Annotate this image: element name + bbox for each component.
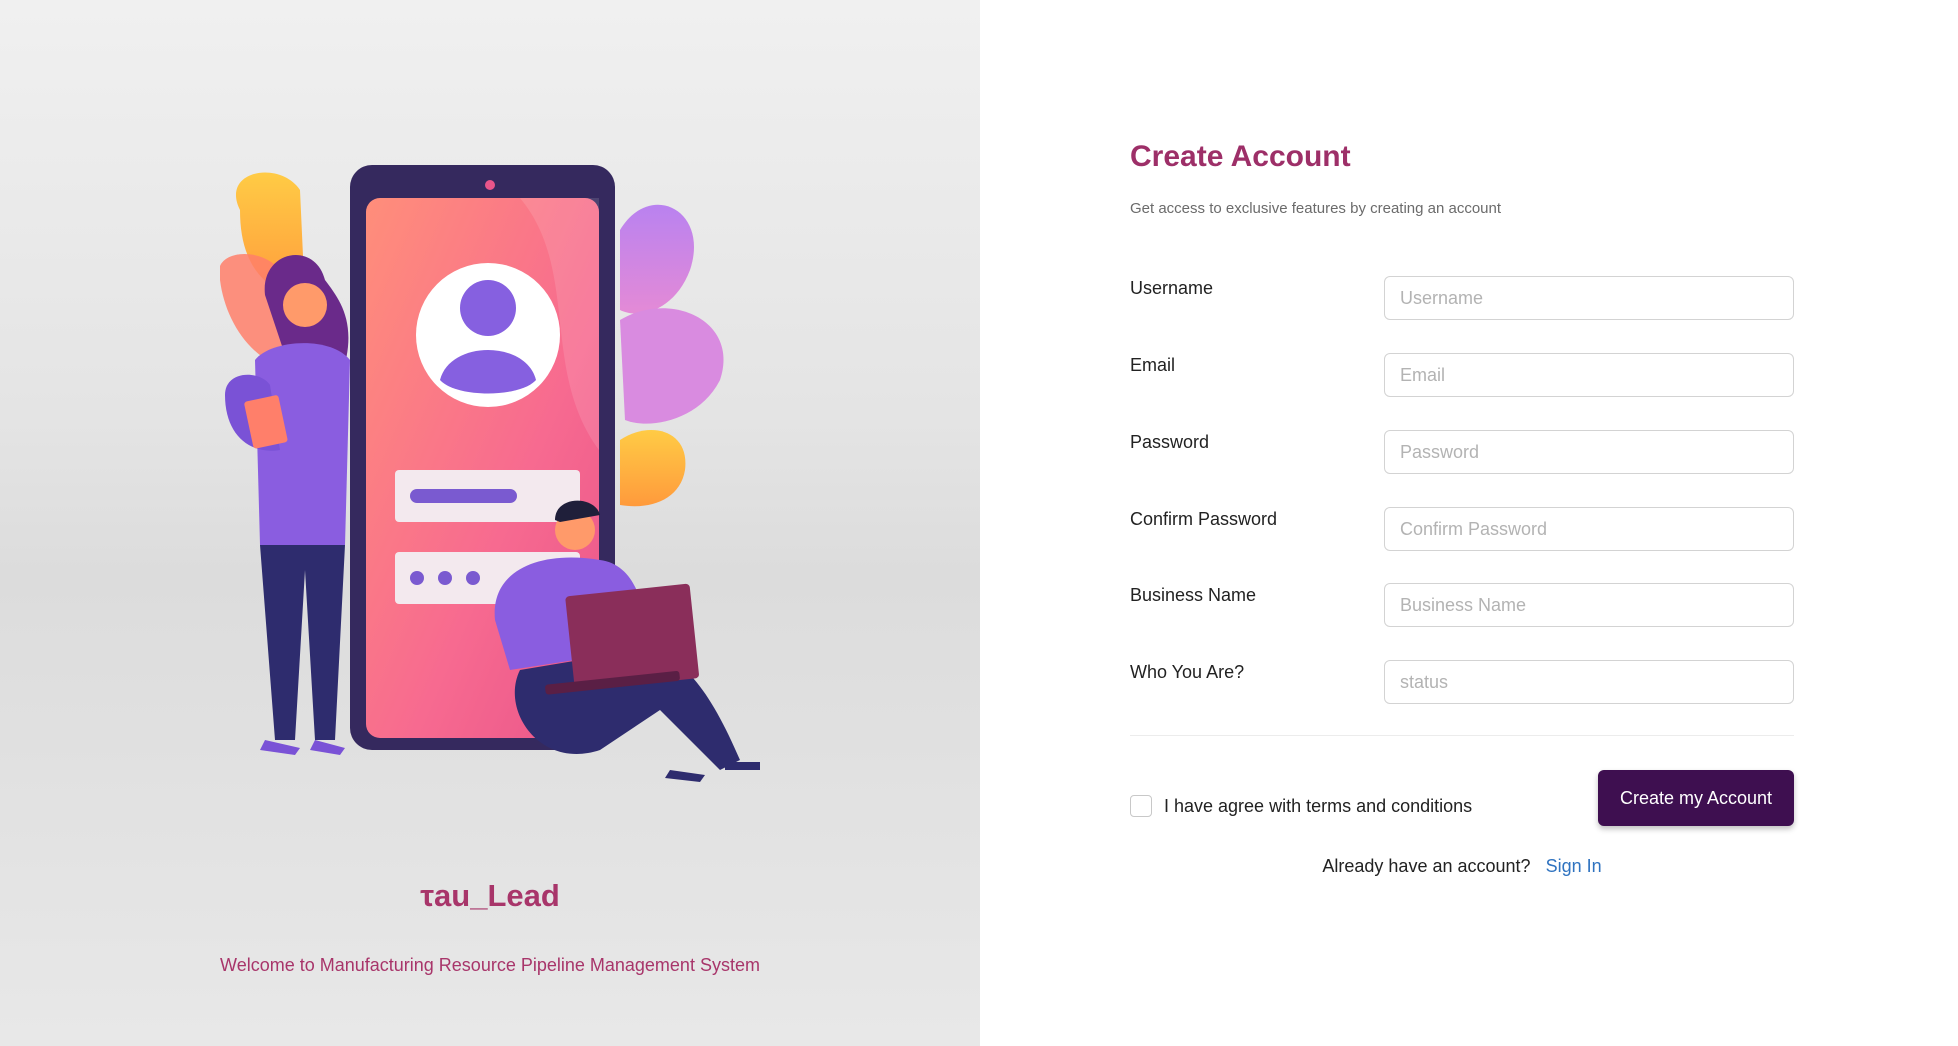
create-account-button[interactable]: Create my Account bbox=[1598, 770, 1794, 826]
password-row: Password bbox=[1130, 430, 1820, 474]
terms-agreement[interactable]: I have agree with terms and conditions bbox=[1130, 795, 1472, 817]
email-input[interactable] bbox=[1384, 353, 1794, 397]
password-input[interactable] bbox=[1384, 430, 1794, 474]
checkbox-icon[interactable] bbox=[1130, 795, 1152, 817]
who-you-are-row: Who You Are? bbox=[1130, 660, 1820, 704]
password-label: Password bbox=[1130, 432, 1210, 452]
form-subtitle: Get access to exclusive features by crea… bbox=[1130, 200, 1502, 217]
terms-label: I have agree with terms and conditions bbox=[1164, 795, 1473, 816]
form-title: Create Account bbox=[1130, 140, 1351, 173]
signin-prompt: Already have an account? Sign In bbox=[1130, 856, 1794, 877]
form-divider bbox=[1130, 735, 1794, 736]
brand-logo-text: τau_Lead bbox=[420, 878, 560, 913]
signup-illustration-icon bbox=[220, 165, 760, 782]
business-name-row: Business Name bbox=[1130, 583, 1820, 627]
welcome-message: Welcome to Manufacturing Resource Pipeli… bbox=[220, 955, 760, 975]
confirm-password-row: Confirm Password bbox=[1130, 507, 1820, 551]
confirm-password-label: Confirm Password bbox=[1130, 509, 1278, 529]
signin-prompt-text: Already have an account? bbox=[1322, 856, 1531, 876]
signup-form-panel: Create Account Get access to exclusive f… bbox=[980, 0, 1958, 1046]
business-name-input[interactable] bbox=[1384, 583, 1794, 627]
username-label: Username bbox=[1130, 278, 1214, 298]
email-row: Email bbox=[1130, 353, 1820, 397]
signin-link[interactable]: Sign In bbox=[1546, 856, 1602, 876]
status-input[interactable] bbox=[1384, 660, 1794, 704]
left-panel: τau_Lead Welcome to Manufacturing Resour… bbox=[0, 0, 980, 1046]
who-you-are-label: Who You Are? bbox=[1130, 662, 1245, 682]
username-input[interactable] bbox=[1384, 276, 1794, 320]
business-name-label: Business Name bbox=[1130, 585, 1257, 605]
email-label: Email bbox=[1130, 355, 1176, 375]
username-row: Username bbox=[1130, 276, 1820, 320]
confirm-password-input[interactable] bbox=[1384, 507, 1794, 551]
